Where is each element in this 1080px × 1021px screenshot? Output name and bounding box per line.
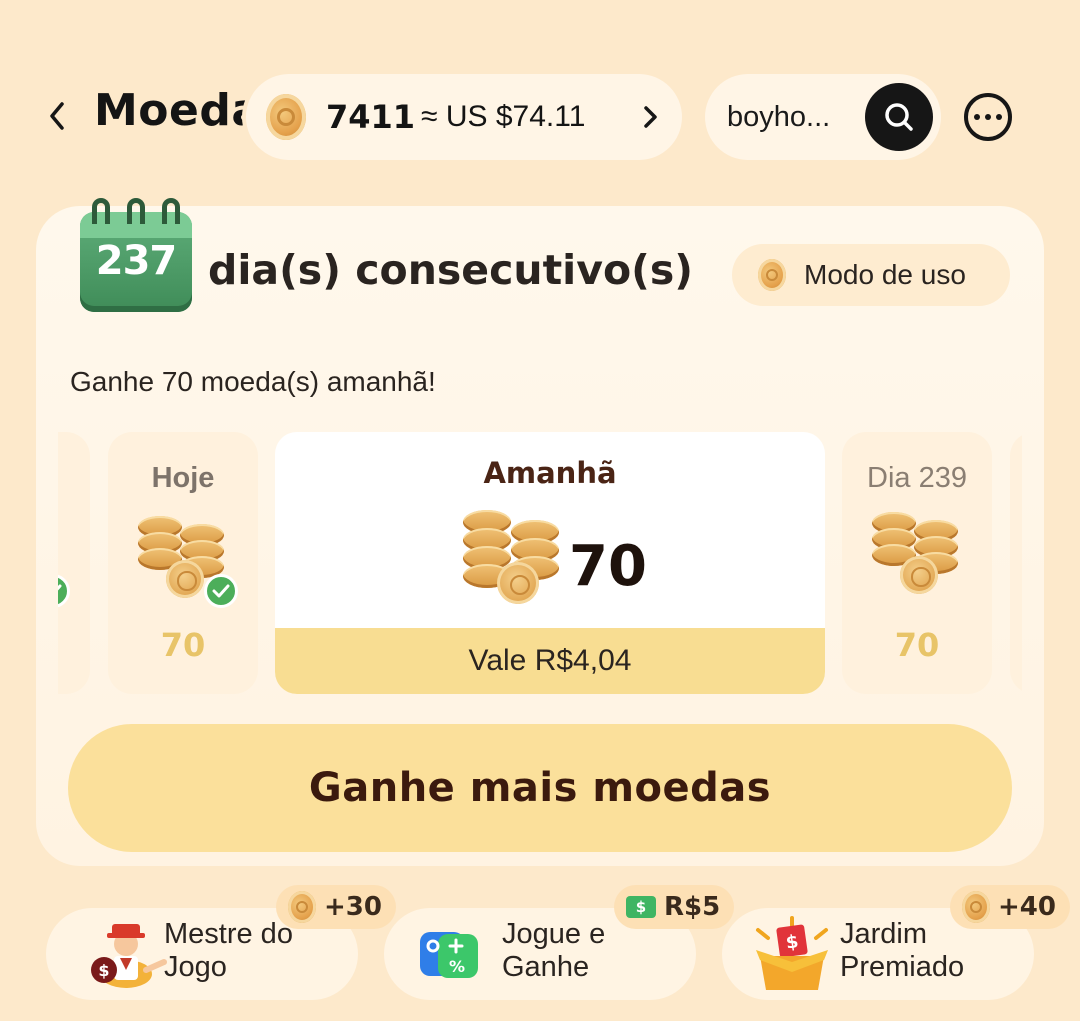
back-button[interactable] bbox=[36, 90, 78, 142]
shortcut-label: Jogo bbox=[164, 951, 227, 983]
shortcut-badge: $ R$5 bbox=[614, 885, 735, 929]
coin-stack-icon bbox=[463, 504, 567, 606]
coin-balance-pill[interactable]: 7411 ≈ US $74.11 bbox=[246, 74, 682, 160]
day-card-239: Dia 239 70 bbox=[842, 432, 992, 694]
coin-balance-value: 7411 bbox=[326, 98, 416, 136]
more-icon bbox=[974, 114, 980, 120]
calendar-icon: 237 bbox=[80, 198, 192, 316]
svg-text:$: $ bbox=[98, 961, 109, 980]
coin-icon bbox=[288, 891, 316, 923]
check-icon bbox=[204, 574, 238, 608]
tomorrow-reward-message: Ganhe 70 moeda(s) amanhã! bbox=[70, 366, 436, 397]
prize-box-icon: $ bbox=[756, 916, 828, 990]
coin-icon bbox=[962, 891, 990, 923]
coin-balance-usd: ≈ US $74.11 bbox=[421, 100, 586, 133]
badge-value: +30 bbox=[324, 892, 382, 922]
game-master-icon: $ bbox=[91, 924, 167, 988]
streak-days: 237 bbox=[95, 238, 178, 284]
chevron-left-icon bbox=[50, 102, 64, 130]
search-query: boyho... bbox=[727, 100, 831, 133]
coin-icon bbox=[266, 94, 306, 140]
chevron-right-icon bbox=[644, 106, 657, 128]
svg-text:%: % bbox=[449, 957, 465, 976]
tomorrow-reward-worth: Vale R$4,04 bbox=[275, 628, 825, 694]
shortcut-label: Premiado bbox=[840, 951, 965, 983]
search-icon bbox=[885, 103, 913, 131]
search-bar[interactable]: boyho... bbox=[705, 74, 941, 160]
usage-mode-label: Modo de uso bbox=[804, 259, 966, 290]
day-card-previous: 6 bbox=[58, 432, 90, 694]
shortcut-label: Jardim bbox=[840, 918, 928, 950]
day-label: Amanhã bbox=[483, 456, 617, 490]
day-label: Hoje bbox=[151, 462, 215, 494]
tomorrow-reward-value: 70 bbox=[569, 534, 647, 599]
usage-mode-button[interactable]: Modo de uso bbox=[732, 244, 1010, 306]
badge-value: R$5 bbox=[664, 892, 721, 922]
earn-more-coins-button[interactable]: Ganhe mais moedas bbox=[68, 724, 1012, 852]
badge-value: +40 bbox=[998, 892, 1056, 922]
shortcut-badge: +30 bbox=[276, 885, 396, 929]
day-card-next bbox=[1010, 432, 1022, 694]
play-earn-icon: % bbox=[420, 932, 478, 978]
search-button[interactable] bbox=[865, 83, 933, 151]
shortcut-label: Mestre do bbox=[164, 918, 293, 950]
check-icon bbox=[58, 574, 70, 608]
coin-icon bbox=[758, 259, 786, 291]
day-reward-value: 70 bbox=[894, 626, 940, 664]
day-card-today: Hoje 70 bbox=[108, 432, 258, 694]
day-label: Dia 239 bbox=[867, 462, 967, 494]
shortcut-badge: +40 bbox=[950, 885, 1070, 929]
shortcut-label: Jogue e bbox=[502, 918, 606, 950]
more-options-button[interactable] bbox=[964, 93, 1012, 141]
streak-label: dia(s) consecutivo(s) bbox=[208, 246, 694, 294]
day-reward-value: 70 bbox=[160, 626, 206, 664]
shortcut-label: Ganhe bbox=[502, 951, 590, 983]
coin-stack-icon bbox=[870, 506, 966, 596]
money-icon: $ bbox=[626, 896, 656, 918]
day-card-tomorrow: Amanhã 70 Vale R$4,04 bbox=[275, 432, 825, 694]
